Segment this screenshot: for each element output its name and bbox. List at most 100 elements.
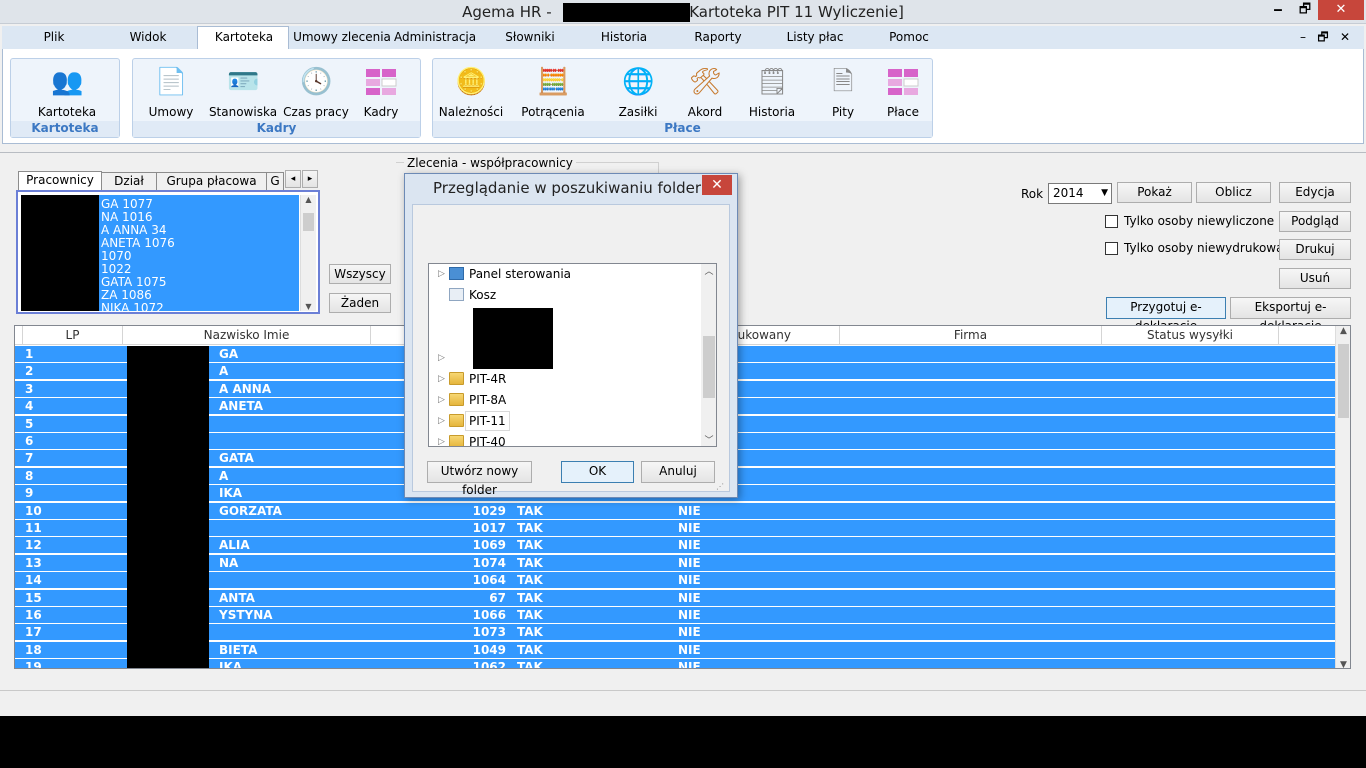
table-row[interactable]: 10 GORZATA 1029 TAK NIE bbox=[15, 502, 1335, 520]
menu-widok[interactable]: Widok bbox=[116, 26, 180, 48]
show-button[interactable]: Pokaż bbox=[1117, 182, 1192, 203]
grid-row-selector-header bbox=[15, 326, 23, 345]
table-row[interactable]: 17 1073 TAK NIE bbox=[15, 624, 1335, 642]
menu-plik[interactable]: Plik bbox=[22, 26, 86, 48]
table-row[interactable]: 19 IKA 1062 TAK NIE bbox=[15, 659, 1335, 669]
list-item[interactable]: NIKA 1072 bbox=[101, 302, 164, 312]
tab-scroll-right-button[interactable]: ▸ bbox=[302, 170, 318, 188]
only-uncalculated-checkbox[interactable] bbox=[1105, 215, 1118, 228]
mdi-restore-button[interactable]: 🗗 bbox=[1314, 26, 1332, 48]
table-row[interactable]: 15 ANTA 67 TAK NIE bbox=[15, 589, 1335, 607]
cell-lp: 4 bbox=[25, 399, 34, 414]
ribbon-stanowiska-button[interactable]: 🪪 Stanowiska bbox=[207, 66, 279, 120]
ribbon-akord-button[interactable]: 🛠 Akord bbox=[669, 66, 741, 120]
redacted-block bbox=[21, 195, 99, 311]
expand-arrow-icon[interactable]: ▷ bbox=[438, 348, 445, 368]
dialog-close-button[interactable]: ✕ bbox=[702, 175, 732, 195]
ribbon-potracenia-button[interactable]: 🧮 Potrącenia bbox=[517, 66, 589, 120]
edit-button[interactable]: Edycja bbox=[1279, 182, 1351, 203]
menu-pomoc[interactable]: Pomoc bbox=[876, 26, 942, 48]
delete-button[interactable]: Usuń bbox=[1279, 268, 1351, 289]
tab-pracownicy[interactable]: Pracownicy bbox=[18, 171, 102, 191]
ribbon-historia-button[interactable]: 🗒 Historia bbox=[736, 66, 808, 120]
folder-icon bbox=[449, 393, 464, 406]
tab-grupa-placowa[interactable]: Grupa płacowa bbox=[156, 172, 267, 190]
cell-lp: 14 bbox=[25, 573, 42, 588]
ok-button[interactable]: OK bbox=[561, 461, 634, 483]
ribbon-place-button[interactable]: Płace bbox=[867, 66, 939, 120]
cell-printed: NIE bbox=[678, 573, 701, 588]
new-folder-button[interactable]: Utwórz nowy folder bbox=[427, 461, 532, 497]
table-row[interactable]: 16 YSTYNA 1066 TAK NIE bbox=[15, 607, 1335, 624]
cancel-button[interactable]: Anuluj bbox=[641, 461, 715, 483]
print-button[interactable]: Drukuj bbox=[1279, 239, 1351, 260]
expand-arrow-icon[interactable]: ▷ bbox=[438, 432, 445, 446]
folder-tree[interactable]: ▷ Panel sterowania Kosz ▷ ▷ PIT-4R ▷ PIT-8A… bbox=[428, 263, 717, 447]
column-header-firma[interactable]: Firma bbox=[840, 326, 1102, 345]
select-none-button[interactable]: Żaden bbox=[329, 293, 391, 313]
menu-umowy-zlecenia[interactable]: Umowy zlecenia bbox=[292, 26, 392, 48]
table-row[interactable]: 12 ALIA 1069 TAK NIE bbox=[15, 537, 1335, 555]
year-select[interactable]: 2014 ▼ bbox=[1048, 183, 1112, 204]
tab-g[interactable]: G bbox=[266, 172, 284, 190]
cell-lp: 1 bbox=[25, 347, 34, 361]
tab-dzial[interactable]: Dział bbox=[101, 172, 157, 190]
mdi-close-button[interactable]: ✕ bbox=[1336, 26, 1354, 48]
column-header-status[interactable]: Status wysyłki bbox=[1102, 326, 1279, 345]
cell-id: 1073 bbox=[472, 625, 506, 640]
ribbon-kartoteka-button[interactable]: 👥 Kartoteka bbox=[31, 66, 103, 120]
tab-scroll-left-button[interactable]: ◂ bbox=[285, 170, 301, 188]
cell-printed: NIE bbox=[678, 590, 701, 605]
ribbon-kadry-button[interactable]: Kadry bbox=[345, 66, 417, 120]
restore-button[interactable]: 🗗 bbox=[1291, 0, 1319, 20]
cell-id: 1069 bbox=[472, 538, 506, 553]
cell-lp: 6 bbox=[25, 434, 34, 448]
minimize-button[interactable]: 🗕 bbox=[1264, 0, 1292, 20]
table-row[interactable]: 11 1017 TAK NIE bbox=[15, 520, 1335, 537]
table-row[interactable]: 18 BIETA 1049 TAK NIE bbox=[15, 641, 1335, 659]
tree-scrollbar[interactable]: ︿ ﹀ bbox=[701, 264, 716, 446]
expand-arrow-icon[interactable]: ▷ bbox=[438, 390, 445, 410]
column-header-lp[interactable]: LP bbox=[23, 326, 123, 345]
ribbon-zasilki-button[interactable]: 🌐 Zasiłki bbox=[602, 66, 674, 120]
resize-grip-icon[interactable]: ⋰ bbox=[716, 482, 724, 491]
table-row[interactable]: 14 1064 TAK NIE bbox=[15, 572, 1335, 590]
cell-lp: 7 bbox=[25, 451, 34, 466]
globe-coins-icon: 🌐 bbox=[622, 67, 655, 97]
cell-calculated: TAK bbox=[517, 555, 543, 570]
people-icon: 👥 bbox=[51, 67, 84, 97]
select-all-button[interactable]: Wszyscy bbox=[329, 264, 391, 284]
cell-lp: 18 bbox=[25, 642, 42, 657]
cell-lp: 19 bbox=[25, 660, 42, 669]
cell-lp: 3 bbox=[25, 381, 34, 396]
mdi-minimize-button[interactable]: – bbox=[1294, 26, 1312, 48]
expand-arrow-icon[interactable]: ▷ bbox=[438, 264, 445, 284]
person-card-icon: 🪪 bbox=[227, 67, 260, 97]
ribbon-umowy-button[interactable]: 📄 Umowy bbox=[135, 66, 207, 120]
menu-historia[interactable]: Historia bbox=[590, 26, 658, 48]
cell-lp: 10 bbox=[25, 503, 42, 518]
employee-listbox[interactable]: GA 1077 NA 1016 A ANNA 34 ANETA 1076 107… bbox=[16, 190, 320, 314]
table-row[interactable]: 13 NA 1074 TAK NIE bbox=[15, 554, 1335, 572]
menu-administracja[interactable]: Administracja bbox=[394, 26, 476, 48]
prepare-edeclaration-button[interactable]: Przygotuj e-deklaracje bbox=[1106, 297, 1226, 333]
expand-arrow-icon[interactable]: ▷ bbox=[438, 411, 445, 431]
menu-kartoteka[interactable]: Kartoteka bbox=[200, 26, 288, 48]
menu-slowniki[interactable]: Słowniki bbox=[490, 26, 570, 48]
export-edeclaration-button[interactable]: Eksportuj e-deklaracje bbox=[1230, 297, 1351, 333]
listbox-scrollbar[interactable]: ▲ ▼ bbox=[300, 195, 316, 311]
column-header-name[interactable]: Nazwisko Imie bbox=[123, 326, 371, 345]
preview-button[interactable]: Podgląd bbox=[1279, 211, 1351, 232]
only-unprinted-checkbox[interactable] bbox=[1105, 242, 1118, 255]
expand-arrow-icon[interactable]: ▷ bbox=[438, 369, 445, 389]
cell-lp: 8 bbox=[25, 468, 34, 483]
ribbon-naleznosci-button[interactable]: 🪙 Należności bbox=[435, 66, 507, 120]
ribbon-czas-pracy-button[interactable]: 🕓 Czas pracy bbox=[280, 66, 352, 120]
calculate-button[interactable]: Oblicz bbox=[1196, 182, 1271, 203]
cell-calculated: TAK bbox=[517, 538, 543, 553]
menu-listy-plac[interactable]: Listy płac bbox=[780, 26, 850, 48]
cell-printed: NIE bbox=[678, 555, 701, 570]
close-button[interactable]: ✕ bbox=[1318, 0, 1364, 20]
grid-scrollbar[interactable]: ▲ ▼ bbox=[1335, 326, 1350, 668]
menu-raporty[interactable]: Raporty bbox=[682, 26, 754, 48]
